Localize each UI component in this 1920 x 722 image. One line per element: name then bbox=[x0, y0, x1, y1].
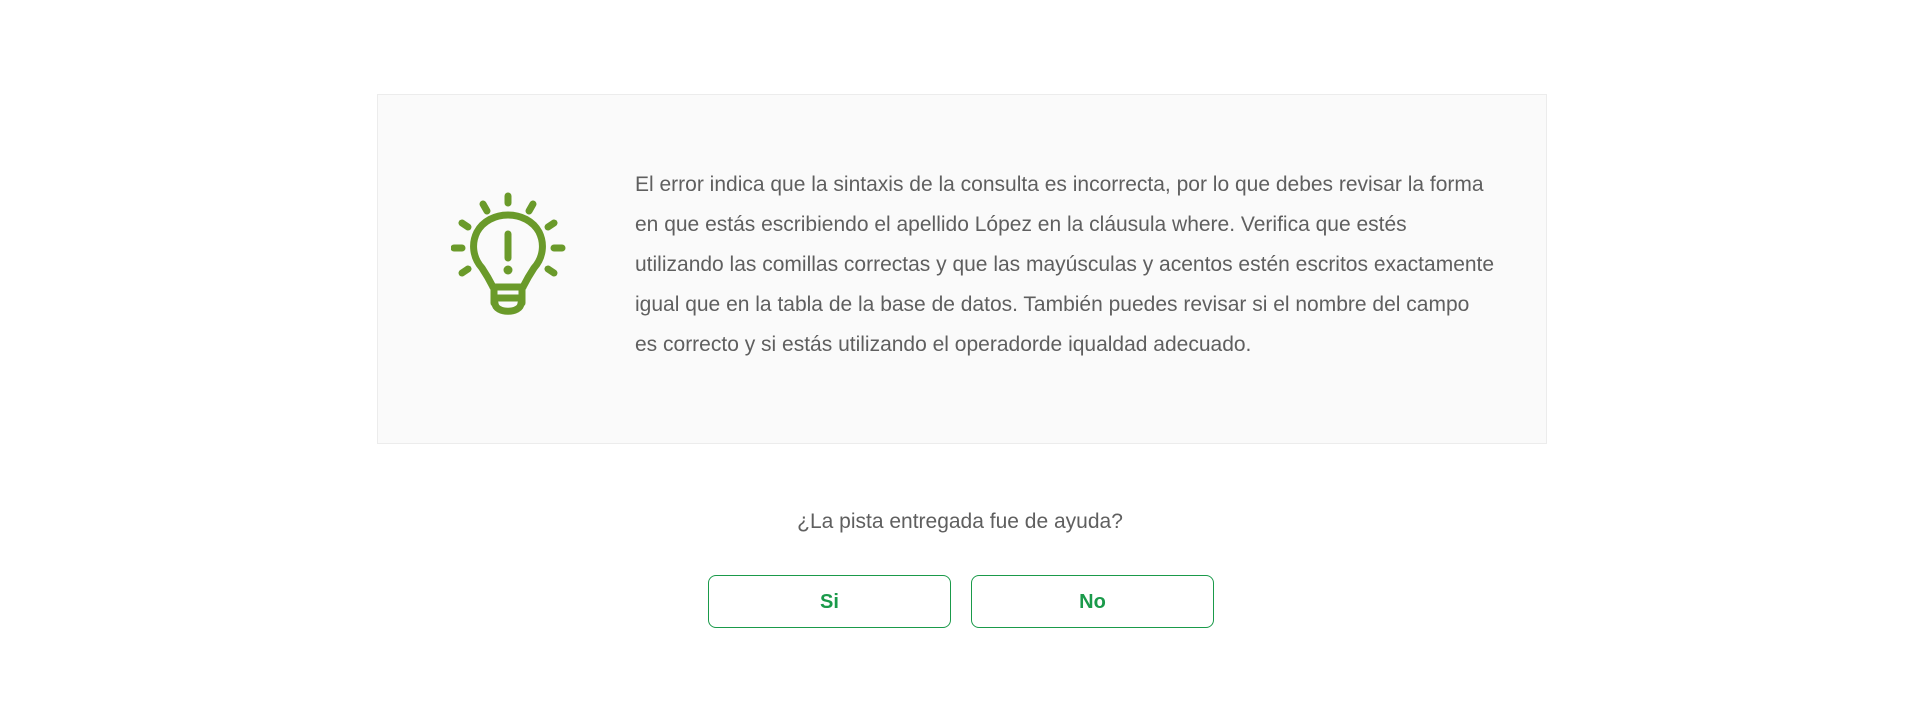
feedback-question: ¿La pista entregada fue de ayuda? bbox=[797, 510, 1123, 533]
page: El error indica que la sintaxis de la co… bbox=[0, 0, 1920, 722]
lightbulb-exclamation-icon bbox=[451, 192, 566, 315]
hint-card: El error indica que la sintaxis de la co… bbox=[377, 94, 1547, 444]
no-button[interactable]: No bbox=[971, 575, 1214, 628]
yes-button[interactable]: Si bbox=[708, 575, 951, 628]
hint-text: El error indica que la sintaxis de la co… bbox=[635, 173, 1495, 356]
